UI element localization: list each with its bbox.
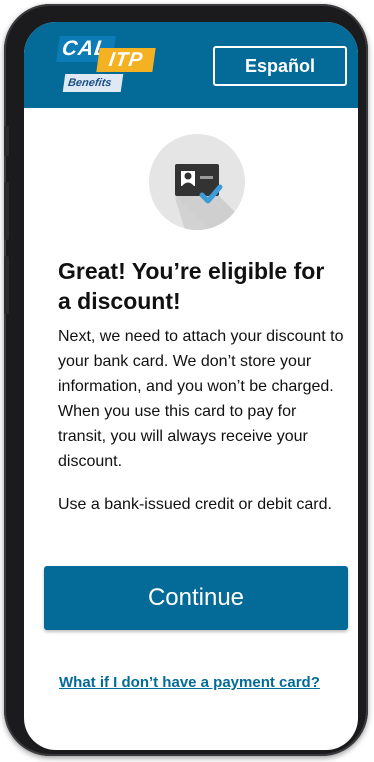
mute-switch xyxy=(4,126,9,156)
logo-benefits-text: Benefits xyxy=(62,74,124,92)
verified-id-card-icon xyxy=(149,134,245,230)
no-payment-card-link[interactable]: What if I don’t have a payment card? xyxy=(59,674,349,691)
app-screen: CAL ITP Benefits Español Great! You’re e… xyxy=(24,22,358,750)
cal-itp-benefits-logo[interactable]: CAL ITP Benefits xyxy=(56,36,158,94)
language-toggle-button[interactable]: Español xyxy=(213,46,347,86)
page-heading: Great! You’re eligible for a discount! xyxy=(58,258,325,314)
continue-button[interactable]: Continue xyxy=(44,566,348,630)
logo-itp-text: ITP xyxy=(96,48,156,72)
instructions-paragraph: Next, we need to attach your discount to… xyxy=(58,328,344,470)
volume-up-button xyxy=(4,182,9,240)
phone-frame: CAL ITP Benefits Español Great! You’re e… xyxy=(4,4,368,756)
header: CAL ITP Benefits Español xyxy=(24,22,358,108)
card-type-paragraph: Use a bank-issued credit or debit card. xyxy=(58,496,332,513)
volume-down-button xyxy=(4,256,9,314)
